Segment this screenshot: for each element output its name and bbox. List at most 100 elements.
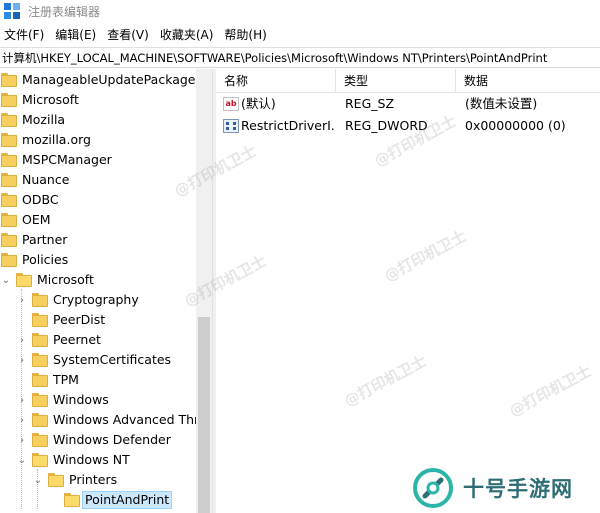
folder-icon	[1, 212, 17, 228]
tree-item-label: Microsoft	[22, 92, 79, 107]
tree-item-label: Windows	[53, 392, 109, 407]
value-row[interactable]: ab (默认) REG_SZ (数值未设置)	[216, 93, 600, 115]
tree-item-label: ODBC	[22, 192, 59, 207]
tree-item-label: TPM	[53, 372, 79, 387]
menu-favorites[interactable]: 收藏夹(A)	[156, 26, 218, 43]
brand-logo-icon	[413, 468, 453, 508]
folder-icon	[1, 92, 17, 108]
value-name-cell: RestrictDriverI...	[223, 115, 335, 137]
tree-item-label: Windows Advanced Threat Protection	[53, 412, 212, 427]
value-name-cell: ab (默认)	[223, 93, 335, 115]
value-name: (默认)	[241, 96, 276, 111]
tree-item-label: ManageableUpdatePackage	[22, 72, 196, 87]
folder-icon	[32, 312, 48, 328]
tree-item-peerdist[interactable]: PeerDist	[0, 310, 196, 330]
tree-item-label: Printers	[69, 472, 118, 487]
tree-item-systemcertificates[interactable]: › SystemCertificates	[0, 350, 196, 370]
tree-item-peernet[interactable]: › Peernet	[0, 330, 196, 350]
chevron-right-icon[interactable]: ›	[16, 390, 28, 410]
chevron-down-icon[interactable]: ⌄	[16, 450, 28, 470]
chevron-right-icon[interactable]: ›	[16, 350, 28, 370]
tree-item-policies-microsoft[interactable]: ⌄ Microsoft	[0, 270, 196, 290]
tree-scrollbar[interactable]	[196, 69, 212, 513]
tree-item-label: Windows NT	[53, 452, 130, 467]
tree-item-label: mozilla.org	[22, 132, 91, 147]
tree-item-microsoft[interactable]: Microsoft	[0, 90, 196, 110]
folder-icon	[1, 232, 17, 248]
tree-item-pointandprint[interactable]: PointAndPrint	[0, 490, 196, 510]
registry-editor-icon	[4, 3, 20, 19]
tree-item-label: MSPCManager	[22, 152, 112, 167]
folder-icon	[1, 252, 17, 268]
folder-icon	[1, 192, 17, 208]
folder-open-icon	[32, 452, 48, 468]
string-value-icon: ab	[223, 97, 239, 111]
list-header: 名称 类型 数据	[216, 69, 600, 93]
folder-icon	[32, 332, 48, 348]
value-type: REG_SZ	[345, 96, 395, 111]
window-title: 注册表编辑器	[28, 4, 101, 19]
chevron-right-icon[interactable]: ›	[16, 410, 28, 430]
column-header-name[interactable]: 名称	[216, 69, 336, 93]
address-bar[interactable]: 计算机\HKEY_LOCAL_MACHINE\SOFTWARE\Policies…	[0, 47, 600, 68]
chevron-right-icon[interactable]: ›	[16, 430, 28, 450]
tree-item-mspcmanager[interactable]: MSPCManager	[0, 150, 196, 170]
tree-item-mozilla-org[interactable]: mozilla.org	[0, 130, 196, 150]
tree-item-label: PeerDist	[53, 312, 106, 327]
menu-file[interactable]: 文件(F)	[0, 26, 48, 43]
brand-logo-text: 十号手游网	[463, 477, 573, 501]
folder-icon	[32, 352, 48, 368]
key-tree: ManageableUpdatePackage Microsoft Mozill…	[0, 69, 212, 513]
dword-value-icon	[223, 119, 239, 133]
value-data: (数值未设置)	[465, 96, 538, 111]
tree-item-printers[interactable]: ⌄ Printers	[0, 470, 196, 490]
folder-icon	[1, 112, 17, 128]
folder-icon	[1, 72, 17, 88]
tree-item-label: Microsoft	[37, 272, 94, 287]
values-list: 名称 类型 数据 ab (默认) REG_SZ (数值未设置) Restrict…	[216, 69, 600, 513]
folder-icon	[32, 292, 48, 308]
tree-item-label: Peernet	[53, 332, 101, 347]
folder-icon	[32, 372, 48, 388]
tree-item-partner[interactable]: Partner	[0, 230, 196, 250]
folder-open-icon	[16, 272, 32, 288]
folder-icon	[32, 392, 48, 408]
folder-icon	[1, 172, 17, 188]
tree-item-label: Mozilla	[22, 112, 66, 127]
tree-item-odbc[interactable]: ODBC	[0, 190, 196, 210]
menu-bar: 文件(F) 编辑(E) 查看(V) 收藏夹(A) 帮助(H)	[0, 24, 600, 44]
menu-edit[interactable]: 编辑(E)	[51, 26, 100, 43]
chevron-right-icon[interactable]: ›	[16, 330, 28, 350]
tree-item-label: SystemCertificates	[53, 352, 172, 367]
tree-item-label: Partner	[22, 232, 68, 247]
tree-item-label: Policies	[22, 252, 69, 267]
tree-item-nuance[interactable]: Nuance	[0, 170, 196, 190]
value-data: 0x00000000 (0)	[465, 118, 566, 133]
chevron-down-icon[interactable]: ⌄	[32, 470, 44, 490]
tree-item-windows-defender[interactable]: › Windows Defender	[0, 430, 196, 450]
tree-item-policies[interactable]: Policies	[0, 250, 196, 270]
scrollbar-thumb[interactable]	[198, 317, 210, 513]
folder-open-icon	[64, 492, 80, 508]
menu-help[interactable]: 帮助(H)	[220, 26, 270, 43]
folder-icon	[32, 412, 48, 428]
tree-item-windows-nt[interactable]: ⌄ Windows NT	[0, 450, 196, 470]
tree-item-windows-advanced-threat-protection[interactable]: › Windows Advanced Threat Protection	[0, 410, 212, 430]
chevron-right-icon[interactable]: ›	[16, 290, 28, 310]
tree-item-tpm[interactable]: TPM	[0, 370, 196, 390]
folder-icon	[32, 432, 48, 448]
value-row[interactable]: RestrictDriverI... REG_DWORD 0x00000000 …	[216, 115, 600, 137]
column-header-type[interactable]: 类型	[336, 69, 456, 93]
menu-view[interactable]: 查看(V)	[103, 26, 153, 43]
brand-logo: 十号手游网	[413, 465, 593, 511]
tree-item-label: OEM	[22, 212, 51, 227]
tree-item-cryptography[interactable]: › Cryptography	[0, 290, 196, 310]
tree-item-mozilla[interactable]: Mozilla	[0, 110, 196, 130]
tree-item-oem[interactable]: OEM	[0, 210, 196, 230]
value-name: RestrictDriverI...	[241, 118, 335, 133]
column-header-data[interactable]: 数据	[456, 69, 600, 93]
title-bar: 注册表编辑器	[0, 0, 600, 22]
chevron-down-icon[interactable]: ⌄	[0, 270, 12, 290]
tree-item-windows[interactable]: › Windows	[0, 390, 196, 410]
tree-item-manageableupdatepackage[interactable]: ManageableUpdatePackage	[0, 70, 196, 90]
